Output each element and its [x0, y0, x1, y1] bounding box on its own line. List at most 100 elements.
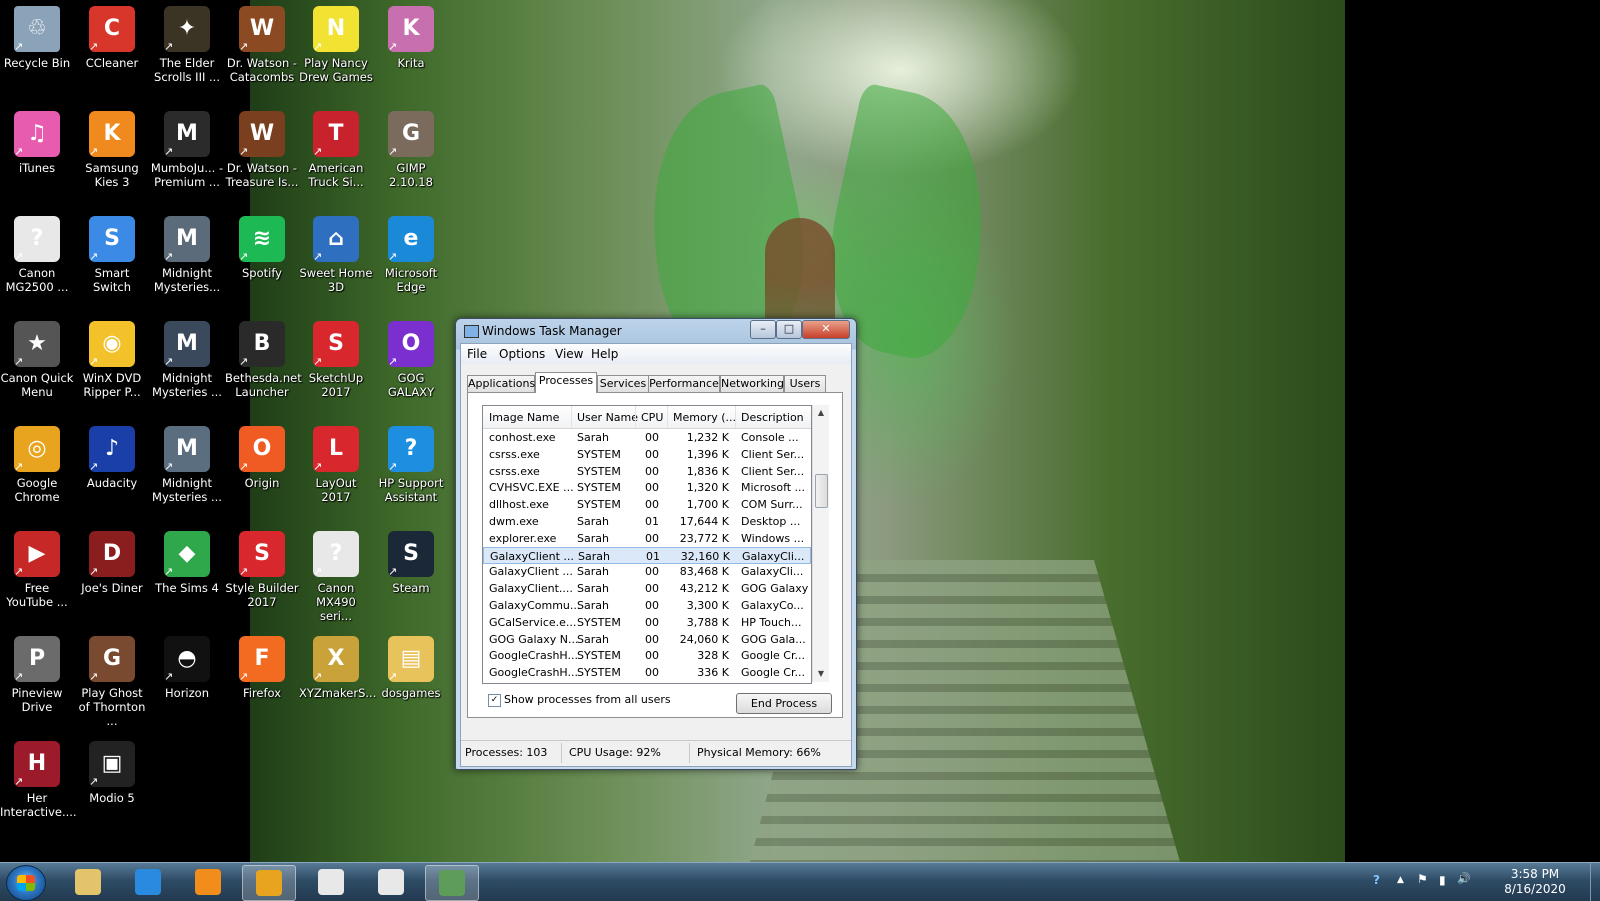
scroll-down-icon[interactable]: ▼ — [813, 666, 829, 682]
desktop-icon[interactable]: B ↗ Bethesda.net Launcher — [225, 315, 302, 415]
table-row[interactable]: csrss.exe SYSTEM 00 1,836 K Client Ser... — [483, 463, 811, 480]
clock-time[interactable]: 3:58 PM — [1490, 867, 1580, 881]
column-description[interactable]: Description — [741, 411, 804, 424]
desktop-icon[interactable]: T ↗ American Truck Si... — [299, 105, 373, 205]
column-divider[interactable] — [735, 406, 736, 428]
desktop-icon[interactable]: M ↗ MumboJu... - Premium ... — [150, 105, 224, 205]
tab-services[interactable]: Services — [597, 375, 649, 392]
desktop-icon[interactable]: N ↗ Play Nancy Drew Games — [299, 0, 373, 100]
taskbar-button[interactable] — [365, 865, 417, 899]
table-row[interactable]: explorer.exe Sarah 00 23,772 K Windows ... — [483, 530, 811, 547]
scroll-up-icon[interactable]: ▲ — [813, 405, 829, 421]
desktop-icon[interactable]: ? ↗ Canon MX490 seri... — [299, 525, 373, 625]
show-desktop-button[interactable] — [1590, 863, 1600, 901]
taskbar-button[interactable] — [182, 865, 234, 899]
desktop-icon[interactable]: S ↗ Style Builder 2017 — [225, 525, 299, 625]
show-hidden-icons-icon[interactable]: ▲ — [1397, 875, 1404, 885]
column-cpu[interactable]: CPU — [641, 411, 663, 424]
table-row[interactable]: GoogleCrashH... SYSTEM 00 336 K Google Cr... — [483, 664, 811, 681]
desktop-icon[interactable]: M ↗ Midnight Mysteries... — [150, 210, 224, 310]
scroll-thumb[interactable] — [815, 474, 828, 508]
task-manager-window[interactable]: Windows Task Manager – □ ✕ File Options … — [455, 318, 857, 770]
tab-processes[interactable]: Processes — [535, 372, 597, 393]
column-divider[interactable] — [635, 406, 636, 428]
table-row[interactable]: CVHSVC.EXE ... SYSTEM 00 1,320 K Microsoft .… — [483, 479, 811, 496]
desktop-icon[interactable]: K ↗ Krita — [374, 0, 448, 100]
desktop-icon[interactable]: ◓ ↗ Horizon — [150, 630, 224, 730]
desktop-icon[interactable]: D ↗ Joe's Diner — [75, 525, 149, 625]
desktop-icon[interactable]: P ↗ Pineview Drive — [0, 630, 74, 730]
desktop-icon[interactable]: F ↗ Firefox — [225, 630, 299, 730]
desktop-icon[interactable]: ▣ ↗ Modio 5 — [75, 735, 149, 835]
column-divider[interactable] — [667, 406, 668, 428]
clock-date[interactable]: 8/16/2020 — [1490, 882, 1580, 896]
desktop-icon[interactable]: ▶ ↗ Free YouTube ... — [0, 525, 74, 625]
taskbar-button[interactable] — [425, 865, 479, 901]
desktop-icon[interactable]: W ↗ Dr. Watson - Treasure Is... — [225, 105, 299, 205]
desktop-icon[interactable]: W ↗ Dr. Watson - Catacombs — [225, 0, 299, 100]
taskbar-button[interactable] — [62, 865, 114, 899]
action-center-flag-icon[interactable]: ⚑ — [1417, 872, 1428, 886]
taskbar-button[interactable] — [122, 865, 174, 899]
table-row[interactable]: conhost.exe Sarah 00 1,232 K Console ... — [483, 429, 811, 446]
desktop-icon[interactable]: ? ↗ Canon MG2500 ... — [0, 210, 74, 310]
show-all-users-checkbox[interactable]: ✓ Show processes from all users — [488, 693, 671, 707]
tab-performance[interactable]: Performance — [648, 375, 720, 392]
desktop-icon[interactable]: C ↗ CCleaner — [75, 0, 149, 100]
desktop-icon[interactable]: M ↗ Midnight Mysteries ... — [150, 315, 224, 415]
table-row[interactable]: GalaxyClient ... Sarah 01 32,160 K GalaxyCli… — [483, 546, 811, 564]
desktop-icon[interactable]: ? ↗ HP Support Assistant — [374, 420, 448, 520]
table-row[interactable]: GoogleCrashH... SYSTEM 00 328 K Google Cr... — [483, 647, 811, 664]
desktop-icon[interactable]: ★ ↗ Canon Quick Menu — [0, 315, 74, 415]
desktop-icon[interactable]: G ↗ GIMP 2.10.18 — [374, 105, 448, 205]
network-icon[interactable]: ▮ — [1439, 873, 1446, 887]
vertical-scrollbar[interactable]: ▲ ▼ — [812, 405, 829, 682]
start-button[interactable] — [6, 865, 46, 901]
table-row[interactable]: GalaxyClient.... Sarah 00 43,212 K GOG Galax… — [483, 580, 811, 597]
desktop-icon[interactable]: S ↗ Steam — [374, 525, 448, 625]
menu-file[interactable]: File — [467, 347, 487, 361]
column-image-name[interactable]: Image Name — [489, 411, 559, 424]
column-user-name[interactable]: User Name — [577, 411, 638, 424]
desktop-icon[interactable]: O ↗ Origin — [225, 420, 299, 520]
menu-options[interactable]: Options — [499, 347, 545, 361]
tab-networking[interactable]: Networking — [720, 375, 784, 392]
desktop-icon[interactable]: ◉ ↗ WinX DVD Ripper P... — [75, 315, 149, 415]
process-list[interactable]: Image Name User Name CPU Memory (... Des… — [482, 405, 812, 684]
desktop-icon[interactable]: S ↗ Smart Switch — [75, 210, 149, 310]
help-icon[interactable]: ? — [1373, 873, 1380, 887]
desktop-icon[interactable]: M ↗ Midnight Mysteries ... — [150, 420, 224, 520]
desktop-icon[interactable]: e ↗ Microsoft Edge — [374, 210, 448, 310]
menu-help[interactable]: Help — [591, 347, 618, 361]
desktop-icon[interactable]: ♫ ↗ iTunes — [0, 105, 74, 205]
menu-view[interactable]: View — [555, 347, 583, 361]
desktop-icon[interactable]: ≋ ↗ Spotify — [225, 210, 299, 310]
desktop-icon[interactable]: X ↗ XYZmakerS... — [299, 630, 376, 730]
desktop-icon[interactable]: ✦ ↗ The Elder Scrolls III ... — [150, 0, 224, 100]
close-button[interactable]: ✕ — [802, 320, 850, 339]
maximize-button[interactable]: □ — [776, 320, 802, 339]
column-memory[interactable]: Memory (... — [673, 411, 736, 424]
desktop-icon[interactable]: ▤ ↗ dosgames — [374, 630, 448, 730]
tab-applications[interactable]: Applications — [467, 375, 535, 392]
desktop-icon[interactable]: G ↗ Play Ghost of Thornton ... — [75, 630, 149, 730]
minimize-button[interactable]: – — [750, 320, 776, 339]
desktop-icon[interactable]: H ↗ Her Interactive.... — [0, 735, 77, 835]
table-row[interactable]: GCalService.e... SYSTEM 00 3,788 K HP Touch.… — [483, 614, 811, 631]
desktop-icon[interactable]: ♲ ↗ Recycle Bin — [0, 0, 74, 100]
table-row[interactable]: dllhost.exe SYSTEM 00 1,700 K COM Surr... — [483, 496, 811, 513]
table-row[interactable]: dwm.exe Sarah 01 17,644 K Desktop ... — [483, 513, 811, 530]
desktop-icon[interactable]: ◎ ↗ Google Chrome — [0, 420, 74, 520]
desktop-icon[interactable]: L ↗ LayOut 2017 — [299, 420, 373, 520]
desktop-icon[interactable]: K ↗ Samsung Kies 3 — [75, 105, 149, 205]
checkbox-box[interactable]: ✓ — [488, 693, 501, 707]
volume-icon[interactable]: 🔊 — [1457, 872, 1471, 885]
desktop-icon[interactable]: S ↗ SketchUp 2017 — [299, 315, 373, 415]
table-row[interactable]: GalaxyClient ... Sarah 00 83,468 K GalaxyCli… — [483, 563, 811, 580]
desktop-icon[interactable]: ♪ ↗ Audacity — [75, 420, 149, 520]
taskbar-button[interactable] — [242, 865, 296, 901]
column-divider[interactable] — [571, 406, 572, 428]
taskbar-button[interactable] — [305, 865, 357, 899]
table-row[interactable]: GalaxyCommu... Sarah 00 3,300 K GalaxyCo... — [483, 597, 811, 614]
table-row[interactable]: csrss.exe SYSTEM 00 1,396 K Client Ser... — [483, 446, 811, 463]
